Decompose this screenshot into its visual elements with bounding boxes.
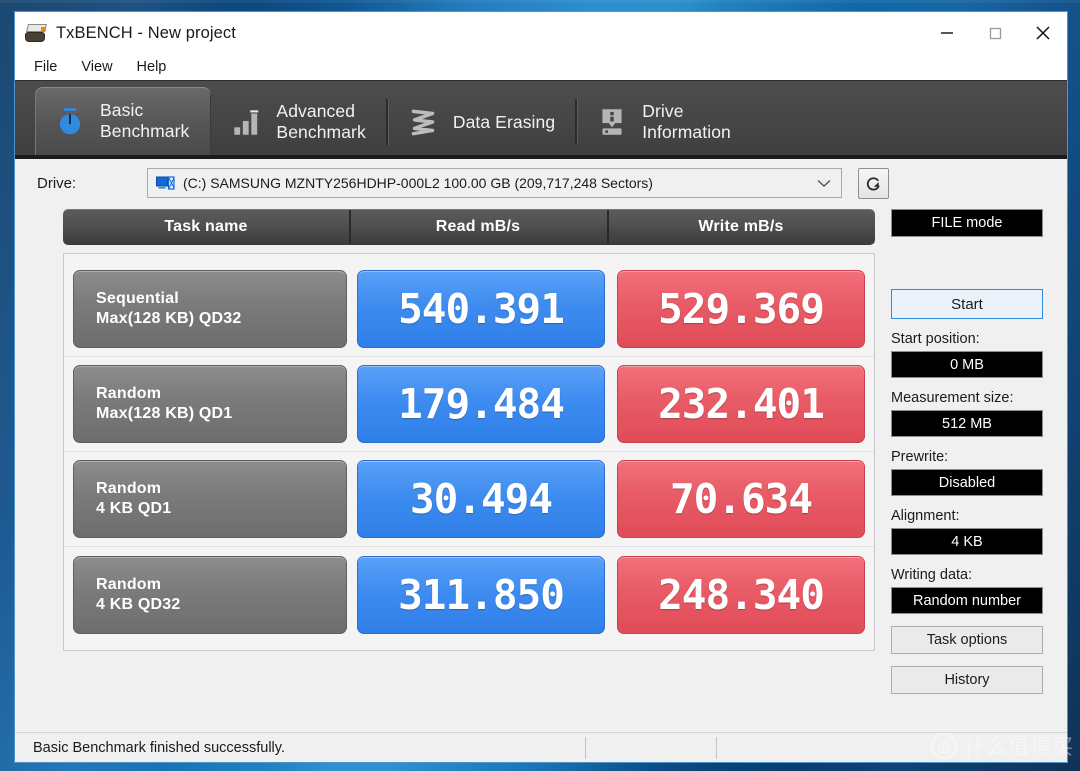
- txbench-window: TxBENCH - New project File View Help Bas…: [14, 11, 1068, 763]
- window-controls: [923, 12, 1067, 54]
- task-name-line1: Sequential: [96, 290, 179, 307]
- prewrite-field[interactable]: Disabled: [891, 469, 1043, 496]
- title-bar: TxBENCH - New project: [15, 12, 1067, 54]
- task-name-line2: Max(128 KB) QD1: [96, 405, 233, 422]
- maximize-button[interactable]: [971, 12, 1019, 54]
- minimize-icon: [941, 32, 953, 34]
- task-name-line2: Max(128 KB) QD32: [96, 310, 242, 327]
- writing-data-field[interactable]: Random number: [891, 587, 1043, 614]
- app-icon: [25, 24, 47, 42]
- column-header-write: Write mB/s: [607, 210, 875, 244]
- alignment-label: Alignment:: [891, 508, 960, 524]
- task-name-line1: Random: [96, 385, 162, 402]
- status-bar: Basic Benchmark finished successfully.: [15, 732, 1067, 762]
- maximize-icon: [989, 27, 1002, 40]
- tab-strip: Basic Benchmark Advanced Benchmark Data …: [15, 80, 1067, 159]
- writing-data-label: Writing data:: [891, 567, 973, 583]
- menu-item-view[interactable]: View: [81, 59, 112, 75]
- column-header-task-name: Task name: [164, 218, 248, 235]
- task-name-line1: Random: [96, 480, 162, 497]
- table-row: Sequential Max(128 KB) QD32 540.391 529.…: [64, 262, 874, 357]
- content-area: Drive: (C:) SAMSUNG MZNTY256HDHP-000L2 1…: [15, 159, 1067, 762]
- refresh-icon: [866, 176, 880, 190]
- tab-drive-information[interactable]: Drive Information: [577, 89, 753, 155]
- tab-drive-information-label: Drive Information: [642, 101, 731, 142]
- benchmark-rows: Sequential Max(128 KB) QD32 540.391 529.…: [63, 253, 875, 651]
- shred-icon: [411, 109, 435, 136]
- task-name-line2: 4 KB QD32: [96, 595, 181, 613]
- table-row: Random Max(128 KB) QD1 179.484 232.401: [64, 357, 874, 452]
- task-name-line1: Random: [96, 575, 162, 593]
- chevron-down-icon[interactable]: [817, 179, 831, 188]
- task-name-cell: Random 4 KB QD1: [73, 460, 347, 538]
- menu-bar: File View Help: [15, 54, 1067, 80]
- menu-item-help[interactable]: Help: [137, 59, 167, 75]
- start-position-field[interactable]: 0 MB: [891, 351, 1043, 378]
- table-row: Random 4 KB QD1 30.494 70.634: [64, 452, 874, 547]
- read-value-cell: 311.850: [357, 555, 605, 634]
- table-row: Random 4 KB QD32 311.850 248.340: [64, 547, 874, 642]
- task-name-cell: Random 4 KB QD32: [73, 555, 347, 634]
- task-name-line2: 4 KB QD1: [96, 500, 172, 517]
- column-header-read: Read mB/s: [349, 210, 607, 244]
- write-value-cell: 70.634: [617, 460, 865, 538]
- drive-row: Drive: (C:) SAMSUNG MZNTY256HDHP-000L2 1…: [15, 159, 1067, 207]
- read-value-cell: 179.484: [357, 365, 605, 443]
- measurement-size-field[interactable]: 512 MB: [891, 410, 1043, 437]
- drive-label: Drive:: [37, 174, 77, 192]
- task-name-cell: Sequential Max(128 KB) QD32: [73, 270, 347, 348]
- status-separator: [716, 736, 717, 759]
- refresh-drive-button[interactable]: [858, 167, 889, 199]
- window-title: TxBENCH - New project: [56, 23, 236, 42]
- close-icon: [1036, 26, 1050, 40]
- minimize-button[interactable]: [923, 12, 971, 54]
- drive-select[interactable]: (C:) SAMSUNG MZNTY256HDHP-000L2 100.00 G…: [147, 168, 842, 198]
- menu-item-file[interactable]: File: [34, 59, 57, 75]
- alignment-field[interactable]: 4 KB: [891, 528, 1043, 555]
- stopwatch-icon: [59, 108, 81, 135]
- drive-info-icon: [602, 109, 622, 135]
- bar-chart-icon: [234, 110, 259, 135]
- results-panel: Task name Read mB/s Write mB/s Sequentia…: [15, 207, 877, 732]
- status-message: Basic Benchmark finished successfully.: [33, 739, 285, 756]
- status-pane-1: [586, 733, 716, 762]
- write-value-cell: 248.340: [617, 555, 865, 634]
- disk-icon: [156, 175, 175, 190]
- measurement-size-label: Measurement size:: [891, 390, 1014, 406]
- read-value-cell: 30.494: [357, 460, 605, 538]
- drive-value: (C:) SAMSUNG MZNTY256HDHP-000L2 100.00 G…: [183, 175, 653, 191]
- tab-advanced-benchmark-label: Advanced Benchmark: [276, 101, 366, 142]
- read-value-cell: 540.391: [357, 270, 605, 348]
- tab-basic-benchmark-label: Basic Benchmark: [100, 100, 190, 141]
- main-split: Task name Read mB/s Write mB/s Sequentia…: [15, 207, 1067, 732]
- write-value-cell: 529.369: [617, 270, 865, 348]
- tab-basic-benchmark[interactable]: Basic Benchmark: [35, 87, 212, 155]
- tab-data-erasing-label: Data Erasing: [452, 111, 556, 132]
- close-button[interactable]: [1019, 12, 1067, 54]
- task-name-cell: Random Max(128 KB) QD1: [73, 365, 347, 443]
- history-button[interactable]: History: [891, 666, 1043, 694]
- tab-advanced-benchmark[interactable]: Advanced Benchmark: [211, 89, 389, 155]
- table-header-row: Task name Read mB/s Write mB/s: [63, 209, 875, 245]
- start-button[interactable]: Start: [891, 289, 1043, 319]
- options-sidebar: FILE mode Start Start position: 0 MB Mea…: [877, 207, 1067, 732]
- prewrite-label: Prewrite:: [891, 449, 949, 465]
- start-position-label: Start position:: [891, 331, 980, 347]
- task-options-button[interactable]: Task options: [891, 626, 1043, 654]
- write-value-cell: 232.401: [617, 365, 865, 443]
- file-mode-button[interactable]: FILE mode: [891, 209, 1043, 237]
- tab-data-erasing[interactable]: Data Erasing: [388, 89, 578, 155]
